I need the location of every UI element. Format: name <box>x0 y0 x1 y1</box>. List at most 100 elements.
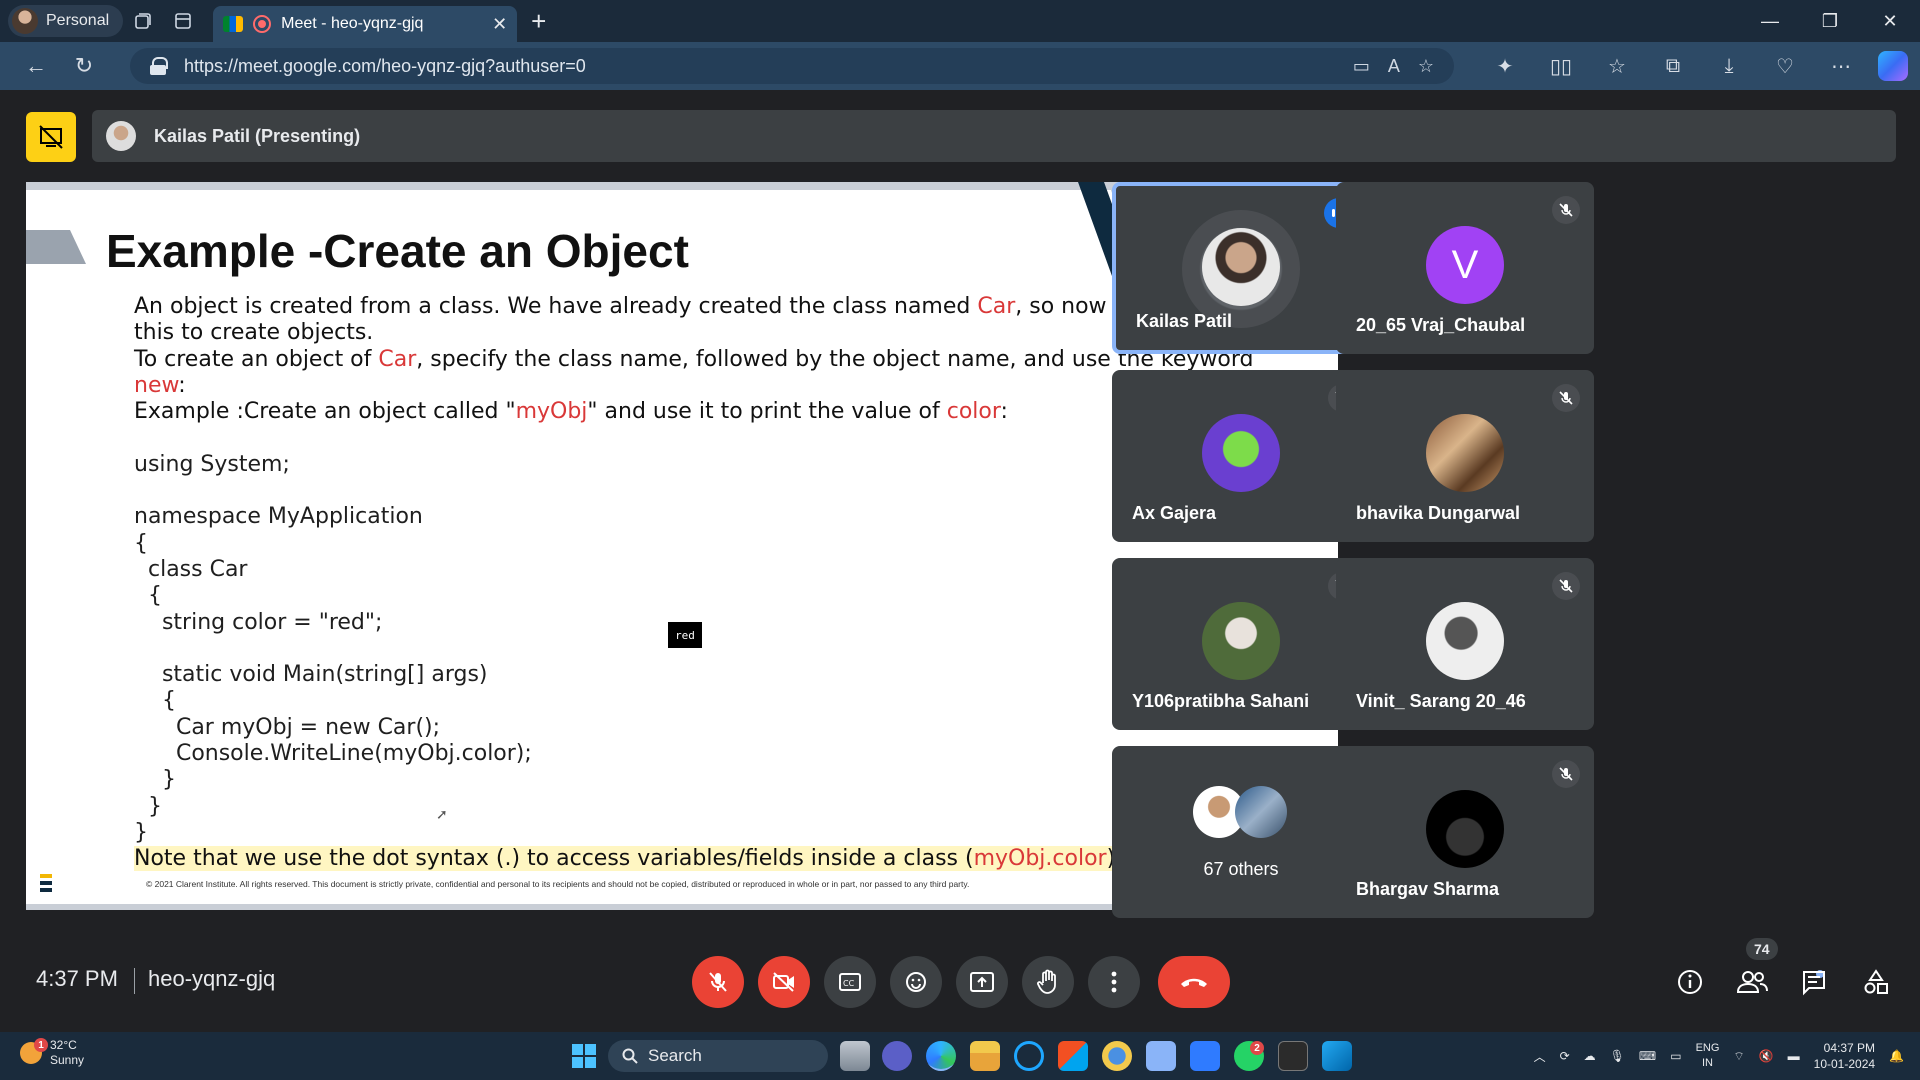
restore-icon[interactable]: ❐ <box>1800 0 1860 42</box>
lock-icon[interactable] <box>150 57 168 75</box>
others-tile[interactable]: 67 others <box>1112 746 1370 918</box>
extensions-icon[interactable]: ✦ <box>1480 46 1530 86</box>
camera-in-use-icon[interactable]: ▭ <box>1353 56 1370 77</box>
participant-tile[interactable]: Kailas Patil <box>1112 182 1370 354</box>
copilot-icon[interactable] <box>1878 51 1908 81</box>
notepad-icon[interactable] <box>1190 1041 1220 1071</box>
read-aloud-icon[interactable]: A <box>1388 56 1400 77</box>
participant-name: Kailas Patil <box>1136 311 1233 331</box>
chromium-icon[interactable] <box>1102 1041 1132 1071</box>
avatar <box>1202 228 1280 306</box>
favorite-star-icon[interactable]: ☆ <box>1418 56 1434 77</box>
slide-text: An object is created from a class. We ha… <box>134 294 978 319</box>
slide-text: Console.WriteLine(myObj.color); <box>134 741 532 767</box>
present-button[interactable] <box>956 956 1008 1008</box>
participant-tile[interactable]: Y106pratibha Sahani <box>1112 558 1370 730</box>
language-indicator[interactable]: ENG IN <box>1696 1041 1720 1071</box>
mic-toggle-button[interactable] <box>692 956 744 1008</box>
slide-line: To create an object of Car, specify the … <box>134 347 1284 373</box>
collections-icon[interactable]: ⧉ <box>1648 46 1698 86</box>
tab-meet[interactable]: Meet - heo-yqnz-gjq ✕ <box>213 6 518 42</box>
more-menu-icon[interactable]: ⋯ <box>1816 46 1866 86</box>
sun-icon: 1 <box>20 1038 48 1064</box>
weather-widget[interactable]: 1 32°C Sunny <box>20 1038 84 1068</box>
profile-button[interactable]: Personal <box>8 5 124 37</box>
weather-desc: Sunny <box>50 1053 85 1067</box>
terminal-icon[interactable] <box>1278 1041 1308 1071</box>
volume-muted-icon[interactable]: 🔇 <box>1759 1049 1774 1063</box>
note-code: myObj.color <box>973 846 1107 872</box>
workspaces-icon[interactable] <box>123 5 163 37</box>
slide-text: { <box>134 583 162 609</box>
browser-essentials-icon[interactable]: ♡ <box>1760 46 1810 86</box>
chat-icon[interactable] <box>1794 962 1834 1002</box>
slide-text: Car myObj = new Car(); <box>134 714 441 740</box>
participant-tile[interactable]: Vinit_ Sarang 20_46 <box>1336 558 1594 730</box>
toolbar-icons: ✦ ▯▯ ☆ ⧉ ⤓ ♡ ⋯ <box>1480 46 1908 86</box>
browser-titlebar: Personal Meet - heo-yqnz-gjq ✕ + — ❐ ✕ <box>0 0 1920 42</box>
cortana-icon[interactable] <box>1014 1041 1044 1071</box>
tab-actions-icon[interactable] <box>163 5 203 37</box>
note-prefix: Note that we use the dot syntax (.) to a… <box>134 846 974 872</box>
divider <box>134 968 135 994</box>
meet-window: Kailas Patil (Presenting) Example -Creat… <box>6 90 1914 1028</box>
whatsapp-icon[interactable]: 2 <box>1234 1041 1264 1071</box>
split-screen-icon[interactable]: ▯▯ <box>1536 46 1586 86</box>
close-tab-icon[interactable]: ✕ <box>492 14 507 35</box>
url-field[interactable]: https://meet.google.com/heo-yqnz-gjq?aut… <box>130 48 1454 84</box>
mic-off-icon <box>1552 760 1580 788</box>
taskbar-date: 10-01-2024 <box>1813 1057 1876 1071</box>
start-button-icon[interactable] <box>572 1044 596 1068</box>
downloads-icon[interactable]: ⤓ <box>1704 46 1754 86</box>
lang-bottom: IN <box>1702 1057 1713 1069</box>
more-vert-icon <box>1111 971 1117 993</box>
participant-tile[interactable]: bhavika Dungarwal <box>1336 370 1594 542</box>
more-options-button[interactable] <box>1088 956 1140 1008</box>
file-explorer-icon[interactable] <box>970 1041 1000 1071</box>
leave-call-button[interactable] <box>1158 956 1230 1008</box>
wifi-icon[interactable]: ⌔ <box>1733 1049 1744 1064</box>
battery-icon[interactable]: ▬ <box>1788 1049 1800 1063</box>
taskbar-search[interactable]: Search <box>608 1040 828 1072</box>
slide-text: static void Main(string[] args) <box>134 662 488 688</box>
chevron-up-icon[interactable]: ︿ <box>1534 1048 1546 1065</box>
slide-text: } <box>134 819 148 845</box>
camera-toggle-button[interactable] <box>758 956 810 1008</box>
slide-text <box>134 425 141 450</box>
participant-tile[interactable]: Bhargav Sharma <box>1336 746 1594 918</box>
reactions-button[interactable] <box>890 956 942 1008</box>
teams-chat-icon[interactable] <box>882 1041 912 1071</box>
participant-tile[interactable]: V 20_65 Vraj_Chaubal <box>1336 182 1594 354</box>
sync-icon[interactable]: ⟳ <box>1560 1049 1570 1063</box>
vscode-icon[interactable] <box>1322 1041 1352 1071</box>
display-icon[interactable]: ▭ <box>1670 1049 1681 1063</box>
microphone-icon[interactable]: 🎙 <box>1610 1049 1625 1063</box>
clock-date[interactable]: 04:37 PM 10-01-2024 <box>1814 1040 1875 1072</box>
new-tab-button[interactable]: + <box>531 6 546 37</box>
slide-keyword: color <box>946 399 1001 425</box>
activities-icon[interactable] <box>1856 962 1896 1002</box>
minimize-icon[interactable]: — <box>1740 0 1800 42</box>
favorites-icon[interactable]: ☆ <box>1592 46 1642 86</box>
system-tray: ︿ ⟳ ☁ 🎙 ⌨ ▭ ENG IN ⌔ 🔇 ▬ 04:37 PM 10-01-… <box>1534 1032 1904 1080</box>
participant-tile[interactable]: Ax Gajera <box>1112 370 1370 542</box>
hand-icon <box>1037 969 1056 994</box>
captions-button[interactable]: CC <box>824 956 876 1008</box>
raise-hand-button[interactable] <box>1022 956 1074 1008</box>
back-icon[interactable]: ← <box>16 46 56 86</box>
keyboard-icon[interactable]: ⌨ <box>1639 1049 1656 1063</box>
onedrive-icon[interactable]: ☁ <box>1584 1049 1596 1063</box>
close-window-icon[interactable]: ✕ <box>1860 0 1920 42</box>
meet-favicon-icon <box>223 16 244 32</box>
store-icon[interactable] <box>1058 1041 1088 1071</box>
refresh-icon[interactable]: ↻ <box>64 46 104 86</box>
edge-icon[interactable] <box>926 1041 956 1071</box>
task-view-icon[interactable] <box>840 1041 870 1071</box>
notification-bell-icon[interactable]: 🔔 <box>1889 1049 1904 1063</box>
mysql-icon[interactable] <box>1146 1041 1176 1071</box>
slide-text: } <box>134 793 162 819</box>
avatar <box>1426 602 1504 680</box>
people-icon[interactable] <box>1732 962 1772 1002</box>
stop-presenting-icon[interactable] <box>26 112 76 162</box>
meeting-details-icon[interactable] <box>1670 962 1710 1002</box>
